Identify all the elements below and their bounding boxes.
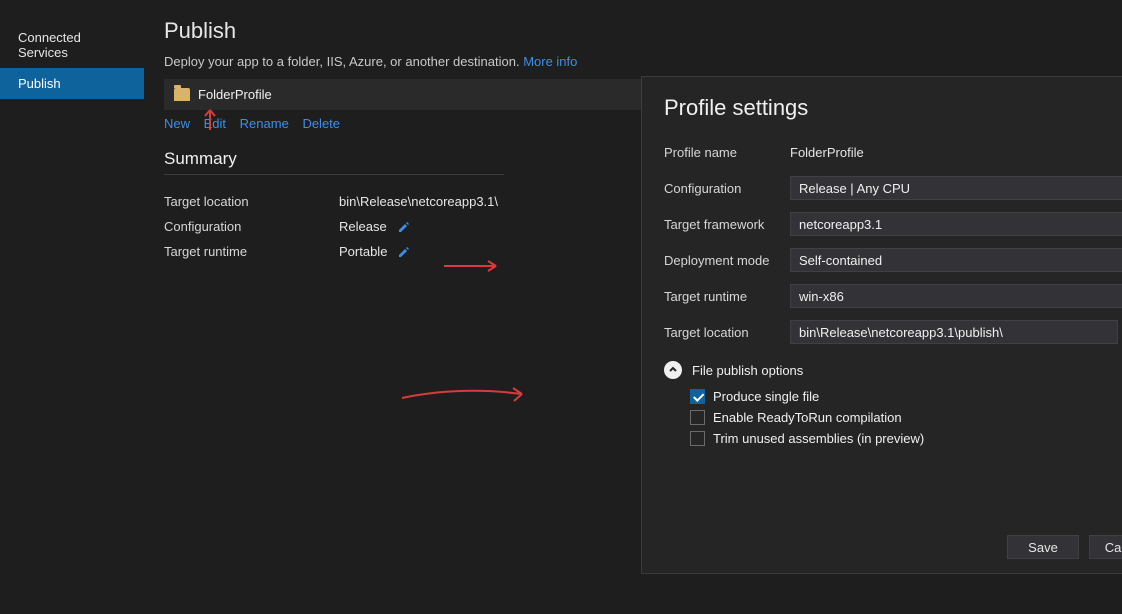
- checkbox-ready-to-run[interactable]: [690, 410, 705, 425]
- subtitle-text: Deploy your app to a folder, IIS, Azure,…: [164, 54, 520, 69]
- summary-value-text: Portable: [339, 244, 387, 259]
- sidebar-item-connected-services[interactable]: Connected Services: [0, 22, 144, 68]
- profile-name-value: FolderProfile: [790, 145, 864, 160]
- summary-value: Portable: [339, 244, 411, 259]
- checkbox-label: Produce single file: [713, 389, 819, 404]
- configuration-label: Configuration: [664, 181, 790, 196]
- more-info-link[interactable]: More info: [523, 54, 577, 69]
- dialog-footer: Save Cancel: [664, 535, 1122, 559]
- profile-settings-dialog: ✕ Profile settings Profile name FolderPr…: [641, 76, 1122, 574]
- action-edit[interactable]: Edit: [204, 116, 226, 131]
- summary-value: bin\Release\netcoreapp3.1\: [339, 194, 498, 209]
- dialog-title: Profile settings: [664, 95, 1122, 121]
- checkbox-label: Enable ReadyToRun compilation: [713, 410, 902, 425]
- action-delete[interactable]: Delete: [302, 116, 340, 131]
- cancel-button[interactable]: Cancel: [1089, 535, 1122, 559]
- pencil-icon[interactable]: [397, 245, 411, 259]
- summary-value-text: bin\Release\netcoreapp3.1\: [339, 194, 498, 209]
- target-runtime-select[interactable]: win-x86: [790, 284, 1122, 308]
- configuration-select[interactable]: Release | Any CPU: [790, 176, 1122, 200]
- profile-name: FolderProfile: [198, 87, 272, 102]
- sidebar-item-publish[interactable]: Publish: [0, 68, 144, 99]
- target-location-label: Target location: [664, 325, 790, 340]
- page-subtitle: Deploy your app to a folder, IIS, Azure,…: [164, 54, 1098, 69]
- target-runtime-value: win-x86: [799, 289, 844, 304]
- target-framework-select[interactable]: netcoreapp3.1: [790, 212, 1122, 236]
- save-button[interactable]: Save: [1007, 535, 1079, 559]
- file-publish-options-expander[interactable]: File publish options: [664, 361, 1122, 379]
- checkbox-row-ready-to-run[interactable]: Enable ReadyToRun compilation: [664, 410, 1122, 425]
- summary-label: Target runtime: [164, 244, 339, 259]
- checkbox-label: Trim unused assemblies (in preview): [713, 431, 924, 446]
- deployment-mode-label: Deployment mode: [664, 253, 790, 268]
- folder-icon: [174, 88, 190, 101]
- checkbox-produce-single-file[interactable]: [690, 389, 705, 404]
- deployment-mode-select[interactable]: Self-contained: [790, 248, 1122, 272]
- action-rename[interactable]: Rename: [240, 116, 289, 131]
- pencil-icon[interactable]: [397, 220, 411, 234]
- checkbox-row-produce-single-file[interactable]: Produce single file: [664, 389, 1122, 404]
- sidebar: Connected Services Publish: [0, 0, 144, 614]
- target-framework-value: netcoreapp3.1: [799, 217, 882, 232]
- expander-label: File publish options: [692, 363, 803, 378]
- configuration-value: Release | Any CPU: [799, 181, 910, 196]
- profile-name-label: Profile name: [664, 145, 790, 160]
- action-new[interactable]: New: [164, 116, 190, 131]
- deployment-mode-value: Self-contained: [799, 253, 882, 268]
- summary-label: Configuration: [164, 219, 339, 234]
- main-area: Publish Deploy your app to a folder, IIS…: [144, 0, 1122, 614]
- summary-title: Summary: [164, 149, 504, 175]
- summary-label: Target location: [164, 194, 339, 209]
- summary-value-text: Release: [339, 219, 387, 234]
- summary-value: Release: [339, 219, 411, 234]
- annotation-arrow-single-file: [400, 384, 528, 402]
- target-runtime-label: Target runtime: [664, 289, 790, 304]
- target-framework-label: Target framework: [664, 217, 790, 232]
- page-title: Publish: [164, 18, 1098, 44]
- target-location-value: bin\Release\netcoreapp3.1\publish\: [799, 325, 1003, 340]
- checkbox-trim-unused[interactable]: [690, 431, 705, 446]
- checkbox-row-trim-unused[interactable]: Trim unused assemblies (in preview): [664, 431, 1122, 446]
- target-location-input[interactable]: bin\Release\netcoreapp3.1\publish\: [790, 320, 1118, 344]
- chevron-up-icon[interactable]: [664, 361, 682, 379]
